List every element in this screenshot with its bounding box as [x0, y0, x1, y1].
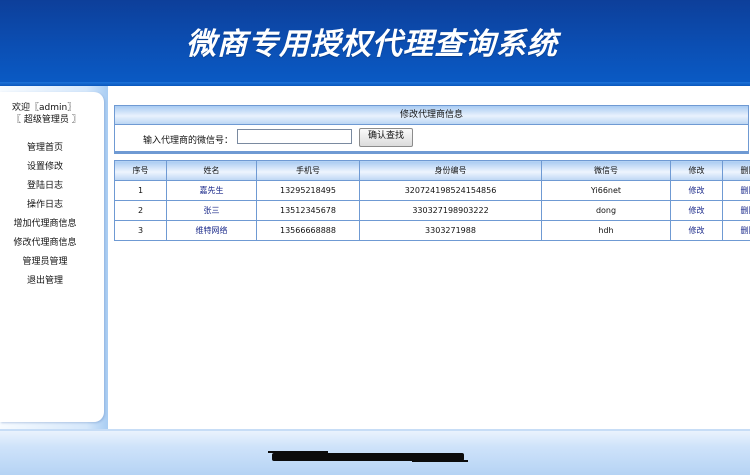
sidebar-item-home[interactable]: 管理首页 — [0, 139, 90, 158]
col-header-edit: 修改 — [671, 161, 723, 181]
agent-table: 序号 姓名 手机号 身份编号 微信号 修改 删除 1 嘉先生 132952184… — [114, 160, 750, 241]
cell-id: 320724198524154856 — [360, 181, 542, 201]
cell-no: 1 — [115, 181, 167, 201]
welcome-user: 欢迎〖admin〗 — [12, 102, 81, 114]
sidebar-item-add-agent[interactable]: 增加代理商信息 — [0, 215, 90, 234]
cell-wechat: Yi66net — [542, 181, 671, 201]
cell-phone: 13295218495 — [257, 181, 360, 201]
col-header-no: 序号 — [115, 161, 167, 181]
delete-link[interactable]: 删除 — [723, 181, 750, 201]
welcome-role: 〖 超级管理员 〗 — [12, 114, 81, 126]
cell-name: 张三 — [167, 201, 257, 221]
cell-no: 3 — [115, 221, 167, 241]
col-header-id: 身份编号 — [360, 161, 542, 181]
footer — [0, 429, 750, 475]
delete-link[interactable]: 删除 — [723, 221, 750, 241]
system-title: 微商专用授权代理查询系统 — [186, 19, 558, 63]
confirm-search-button[interactable]: 确认查找 — [359, 128, 413, 147]
wechat-search-input[interactable] — [237, 129, 352, 144]
cell-wechat: hdh — [542, 221, 671, 241]
cell-phone: 13512345678 — [257, 201, 360, 221]
cell-id: 330327198903222 — [360, 201, 542, 221]
sidebar-item-edit-agent[interactable]: 修改代理商信息 — [0, 234, 90, 253]
cell-name: 维特网络 — [167, 221, 257, 241]
col-header-name: 姓名 — [167, 161, 257, 181]
delete-link[interactable]: 删除 — [723, 201, 750, 221]
col-header-delete: 删除 — [723, 161, 750, 181]
sidebar-nav: 管理首页 设置修改 登陆日志 操作日志 增加代理商信息 修改代理商信息 管理员管… — [0, 139, 90, 291]
panel-title: 修改代理商信息 — [115, 106, 748, 125]
table-row: 2 张三 13512345678 330327198903222 dong 修改… — [115, 201, 750, 221]
edit-link[interactable]: 修改 — [671, 181, 723, 201]
edit-agent-panel: 修改代理商信息 输入代理商的微信号： 确认查找 — [114, 105, 749, 154]
edit-link[interactable]: 修改 — [671, 201, 723, 221]
col-header-wechat: 微信号 — [542, 161, 671, 181]
redacted-footer-text — [272, 453, 464, 461]
search-label: 输入代理商的微信号： — [143, 133, 233, 146]
cell-name: 嘉先生 — [167, 181, 257, 201]
sidebar-item-operation-log[interactable]: 操作日志 — [0, 196, 90, 215]
cell-wechat: dong — [542, 201, 671, 221]
sidebar-item-settings[interactable]: 设置修改 — [0, 158, 90, 177]
search-row: 输入代理商的微信号： 确认查找 — [115, 125, 748, 153]
welcome-text: 欢迎〖admin〗 〖 超级管理员 〗 — [12, 102, 81, 126]
sidebar-item-admin-manage[interactable]: 管理员管理 — [0, 253, 90, 272]
sidebar-item-logout[interactable]: 退出管理 — [0, 272, 90, 291]
sidebar: 欢迎〖admin〗 〖 超级管理员 〗 管理首页 设置修改 登陆日志 操作日志 … — [0, 92, 104, 422]
cell-phone: 13566668888 — [257, 221, 360, 241]
col-header-phone: 手机号 — [257, 161, 360, 181]
header-banner: 微商专用授权代理查询系统 — [0, 0, 750, 86]
sidebar-item-login-log[interactable]: 登陆日志 — [0, 177, 90, 196]
edit-link[interactable]: 修改 — [671, 221, 723, 241]
table-header-row: 序号 姓名 手机号 身份编号 微信号 修改 删除 — [115, 161, 750, 181]
cell-id: 3303271988 — [360, 221, 542, 241]
table-row: 3 维特网络 13566668888 3303271988 hdh 修改 删除 — [115, 221, 750, 241]
table-row: 1 嘉先生 13295218495 320724198524154856 Yi6… — [115, 181, 750, 201]
cell-no: 2 — [115, 201, 167, 221]
